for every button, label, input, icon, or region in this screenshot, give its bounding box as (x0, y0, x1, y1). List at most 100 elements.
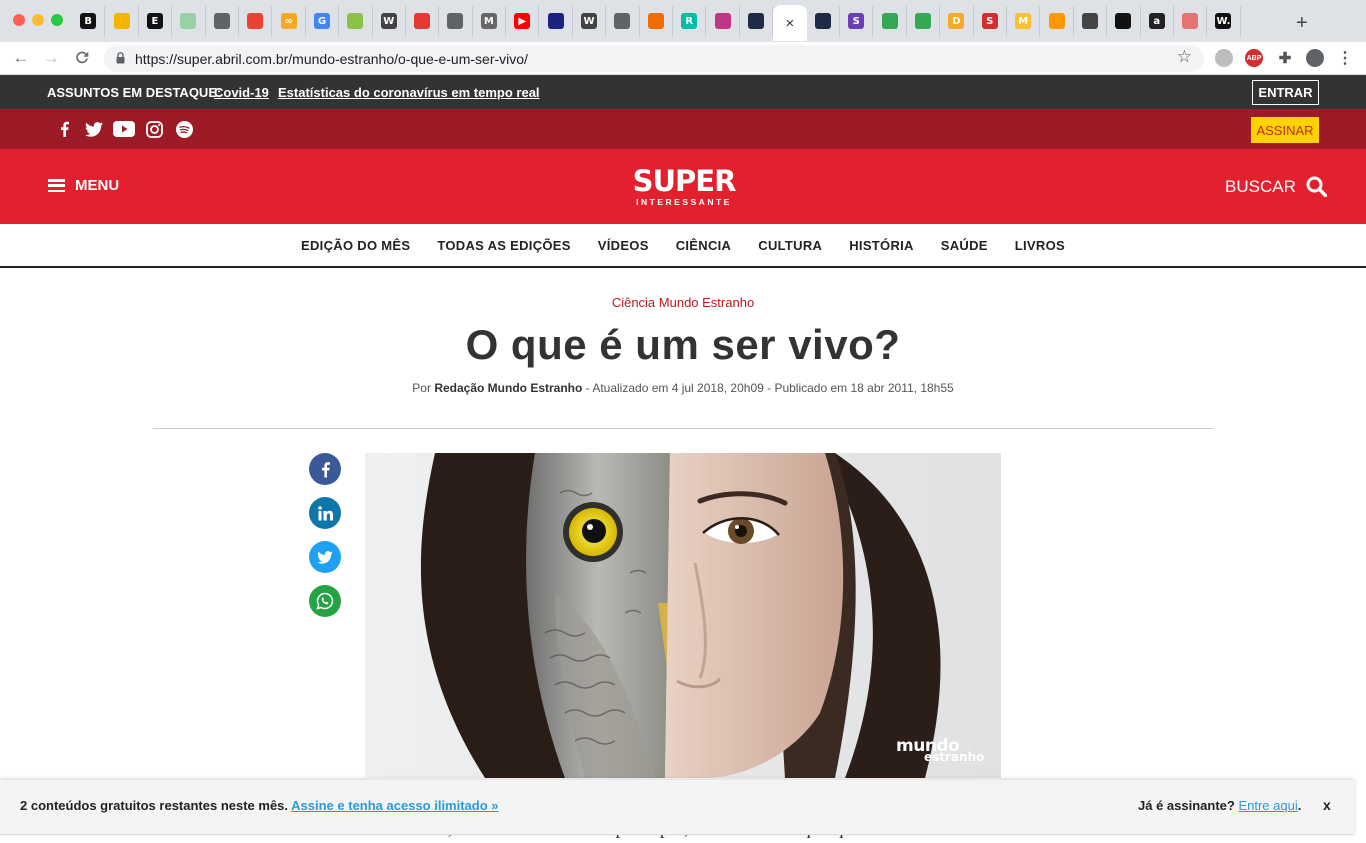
extension-db-icon[interactable] (1215, 49, 1233, 67)
bird-icon (748, 13, 764, 29)
close-window-button[interactable] (13, 14, 25, 26)
browser-tab[interactable] (606, 6, 640, 36)
share-whatsapp-button[interactable] (309, 585, 341, 617)
address-toolbar: ← → https://super.abril.com.br/mundo-est… (0, 42, 1366, 75)
nav-item-livros[interactable]: LIVROS (1015, 238, 1065, 253)
nav-item-ciencia[interactable]: CIÊNCIA (676, 238, 732, 253)
tab-strip: B E ∞ G W M ▶ W R × S D S Ma W. (72, 5, 1241, 42)
browser-tab[interactable] (640, 6, 674, 36)
browser-tab[interactable] (105, 6, 139, 36)
browser-tab[interactable]: W (373, 6, 406, 36)
browser-tab[interactable]: R (673, 6, 707, 36)
nav-item-edicao-do-mes[interactable]: EDIÇÃO DO MÊS (301, 238, 410, 253)
browser-tab[interactable] (172, 6, 206, 36)
social-bar: ASSINAR (0, 109, 1366, 149)
menu-label: MENU (75, 177, 120, 194)
new-tab-button[interactable]: + (1296, 12, 1308, 35)
back-button[interactable]: ← (10, 47, 32, 69)
browser-tab[interactable] (706, 6, 740, 36)
browser-tab[interactable] (239, 6, 273, 36)
browser-tab[interactable]: a (1141, 6, 1174, 36)
browser-tab[interactable] (807, 6, 840, 36)
paywall-close-button[interactable]: x (1323, 797, 1331, 813)
browser-tab[interactable] (439, 6, 473, 36)
profile-avatar-icon[interactable] (1306, 49, 1324, 67)
paywall-text: 2 conteúdos gratuitos restantes neste mê… (20, 798, 292, 813)
maximize-window-button[interactable] (51, 14, 63, 26)
nav-item-cultura[interactable]: CULTURA (758, 238, 822, 253)
browser-tab[interactable]: D (940, 6, 974, 36)
browser-tab[interactable]: M (473, 6, 507, 36)
menu-button[interactable]: MENU (48, 177, 119, 194)
bookmark-star-icon[interactable]: ☆ (1177, 47, 1192, 67)
byline-author[interactable]: Redação Mundo Estranho (434, 381, 582, 395)
forward-button[interactable]: → (40, 47, 62, 69)
medium-icon: M (480, 13, 497, 29)
puzzle-extensions-icon[interactable]: ✚ (1276, 49, 1294, 67)
paywall-subscribe-link[interactable]: Assine e tenha acesso ilimitado » (291, 798, 498, 813)
main-header: MENU SUPER INTERESSANTE BUSCAR (0, 149, 1366, 224)
youtube-icon[interactable] (113, 120, 135, 138)
browser-tab[interactable] (1174, 6, 1208, 36)
nav-item-todas-as-edicoes[interactable]: TODAS AS EDIÇÕES (437, 238, 570, 253)
close-tab-icon[interactable]: × (786, 15, 795, 32)
byline-prefix: Por (412, 381, 431, 395)
browser-menu-icon[interactable]: ⋮ (1336, 49, 1354, 67)
youtube-icon: ▶ (514, 13, 531, 29)
reload-button[interactable] (71, 47, 93, 69)
share-facebook-button[interactable] (309, 453, 341, 485)
browser-tab-active[interactable]: × (773, 5, 807, 41)
browser-tab[interactable] (406, 6, 440, 36)
browser-tab[interactable]: M (1007, 6, 1041, 36)
d-icon: D (948, 13, 965, 29)
browser-tab[interactable] (873, 6, 907, 36)
spotify-icon[interactable] (175, 120, 193, 138)
subscriber-login-link[interactable]: Entre aqui (1238, 798, 1297, 813)
browser-tab[interactable]: S (974, 6, 1007, 36)
topic-link-covid[interactable]: Covid-19 (214, 85, 269, 100)
browser-tab-bar: B E ∞ G W M ▶ W R × S D S Ma W. + (0, 0, 1366, 42)
share-twitter-button[interactable] (309, 541, 341, 573)
browser-tab[interactable]: G (306, 6, 340, 36)
twitter-icon[interactable] (84, 120, 104, 138)
browser-tab[interactable] (539, 6, 573, 36)
browser-tab[interactable]: S (840, 6, 874, 36)
search-button[interactable]: BUSCAR (1225, 176, 1327, 197)
browser-tab[interactable] (1040, 6, 1074, 36)
browser-tab[interactable] (907, 6, 941, 36)
nav-item-videos[interactable]: VÍDEOS (598, 238, 649, 253)
adblock-plus-icon[interactable]: ABP (1245, 49, 1263, 67)
browser-tab[interactable]: ▶ (506, 6, 540, 36)
browser-tab[interactable]: E (139, 6, 173, 36)
topic-link-statistics[interactable]: Estatísticas do coronavírus em tempo rea… (278, 85, 540, 100)
url-field[interactable]: https://super.abril.com.br/mundo-estranh… (104, 45, 1204, 72)
kicker-text[interactable]: Ciência Mundo Estranho (612, 295, 754, 310)
twitter-icon (317, 550, 333, 564)
nav-item-historia[interactable]: HISTÓRIA (849, 238, 914, 253)
browser-tab[interactable] (339, 6, 373, 36)
article-kicker[interactable]: Ciência Mundo Estranho (0, 295, 1366, 310)
browser-tab[interactable]: B (72, 6, 106, 36)
browser-tab[interactable]: W (573, 6, 607, 36)
facebook-icon[interactable] (58, 120, 70, 138)
login-button[interactable]: ENTRAR (1252, 80, 1319, 105)
e-icon: E (146, 13, 163, 29)
browser-tab[interactable]: ∞ (272, 6, 306, 36)
browser-tab[interactable] (1107, 6, 1141, 36)
nav-item-saude[interactable]: SAÚDE (941, 238, 988, 253)
mundo-estranho-watermark: mundo estranho (896, 738, 984, 764)
share-linkedin-button[interactable] (309, 497, 341, 529)
browser-tab[interactable]: W. (1207, 6, 1241, 36)
hamburger-icon (48, 179, 65, 192)
instagram-icon[interactable] (145, 120, 163, 138)
black-circle-icon (1115, 13, 1132, 29)
owl-woman-face-image (365, 453, 1001, 778)
browser-tab[interactable] (1074, 6, 1108, 36)
bird-icon (814, 13, 831, 29)
browser-tab[interactable] (740, 6, 774, 36)
browser-tab[interactable] (206, 6, 239, 36)
minimize-window-button[interactable] (32, 14, 44, 26)
subscribe-button[interactable]: ASSINAR (1251, 117, 1319, 143)
site-logo[interactable]: SUPER INTERESSANTE (629, 167, 739, 208)
article-title: O que é um ser vivo? (465, 321, 901, 368)
